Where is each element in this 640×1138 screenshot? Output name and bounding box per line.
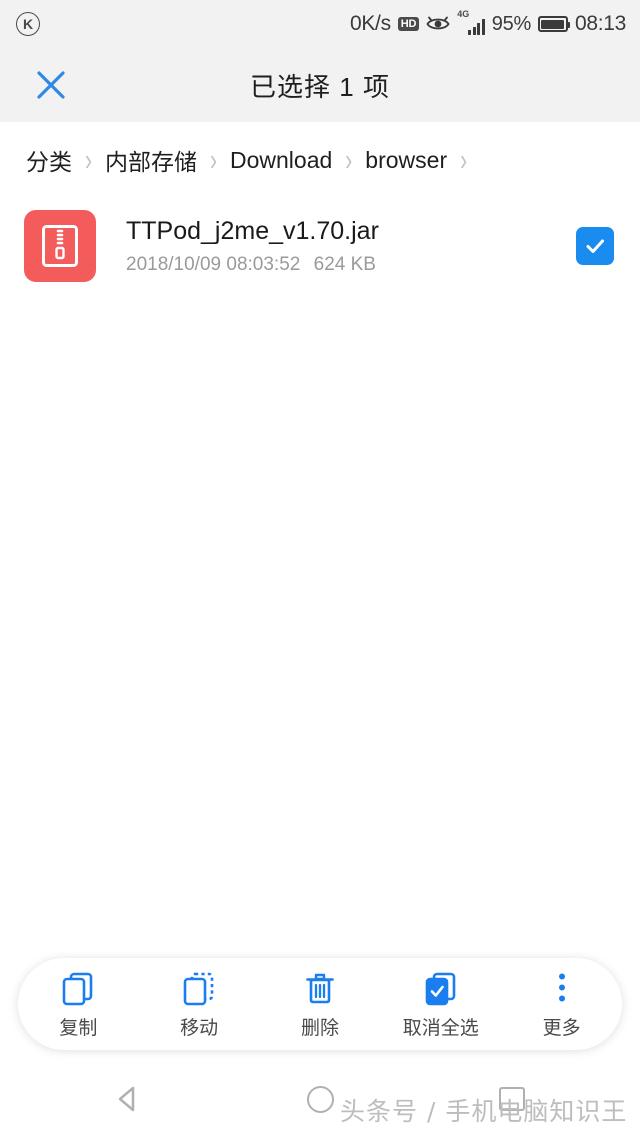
back-button[interactable] <box>101 1072 155 1126</box>
battery-percent-label: 95% <box>491 12 531 35</box>
breadcrumb-item-2[interactable]: Download <box>230 147 332 174</box>
more-button[interactable]: 更多 <box>508 968 616 1040</box>
clock-label: 08:13 <box>574 12 626 35</box>
archive-zip-icon <box>24 210 96 282</box>
file-info: TTPod_j2me_v1.70.jar 2018/10/09 08:03:52… <box>126 216 576 275</box>
delete-label: 删除 <box>300 1018 339 1039</box>
selection-header: 已选择 1 项 <box>0 48 640 122</box>
file-list-item[interactable]: TTPod_j2me_v1.70.jar 2018/10/09 08:03:52… <box>0 198 640 294</box>
home-button[interactable] <box>293 1072 347 1126</box>
check-icon <box>586 239 604 253</box>
delete-button[interactable]: 删除 <box>266 968 374 1040</box>
chevron-right-icon: › <box>210 143 217 177</box>
signal-strength-icon: 4G <box>457 9 485 35</box>
status-bar-right: 0K/s HD 4G 95% 08:13 <box>349 9 626 36</box>
chevron-right-icon: › <box>345 143 353 177</box>
deselect-all-label: 取消全选 <box>402 1018 479 1039</box>
breadcrumb-item-3[interactable]: browser <box>365 147 447 174</box>
file-name: TTPod_j2me_v1.70.jar <box>126 217 379 246</box>
network-speed-label: 0K/s <box>349 12 391 35</box>
more-label: 更多 <box>542 1018 581 1039</box>
copy-button[interactable]: 复制 <box>24 968 132 1040</box>
file-checkbox[interactable] <box>576 227 614 265</box>
hd-icon: HD <box>397 17 420 31</box>
more-icon <box>543 968 581 1008</box>
eye-icon <box>426 16 450 32</box>
app-badge-icon: K <box>16 12 40 36</box>
copy-label: 复制 <box>59 1018 98 1039</box>
chevron-right-icon: › <box>460 143 468 177</box>
system-navigation-bar <box>0 1060 640 1138</box>
back-triangle-icon <box>118 1086 135 1112</box>
breadcrumb: 分类 › 内部存储 › Download › browser › <box>0 122 640 198</box>
deselect-all-icon <box>422 968 460 1008</box>
action-toolbar: 复制 移动 删除 取消全选 更多 <box>18 958 622 1050</box>
deselect-all-button[interactable]: 取消全选 <box>387 968 495 1040</box>
home-circle-icon <box>306 1085 334 1113</box>
file-size: 624 KB <box>313 253 376 275</box>
move-icon <box>180 968 218 1008</box>
move-button[interactable]: 移动 <box>145 968 253 1040</box>
copy-icon <box>59 968 97 1008</box>
status-bar: K 0K/s HD 4G 95% 08:13 <box>0 0 640 48</box>
breadcrumb-item-0[interactable]: 分类 <box>26 143 72 177</box>
status-bar-left: K <box>16 12 40 36</box>
file-list: TTPod_j2me_v1.70.jar 2018/10/09 08:03:52… <box>0 198 640 294</box>
network-gen-label: 4G <box>457 9 470 19</box>
move-label: 移动 <box>180 1018 219 1039</box>
breadcrumb-item-1[interactable]: 内部存储 <box>105 143 197 177</box>
close-icon <box>37 71 65 99</box>
close-button[interactable] <box>30 64 72 106</box>
delete-icon <box>301 968 339 1008</box>
chevron-right-icon: › <box>85 143 92 177</box>
battery-icon <box>537 16 570 32</box>
file-subtitle: 2018/10/09 08:03:52 624 KB <box>126 254 576 276</box>
file-modified-date: 2018/10/09 08:03:52 <box>126 253 301 275</box>
page-title: 已选择 1 项 <box>250 71 390 102</box>
phone-screen: K 0K/s HD 4G 95% 08:13 已选择 1 项 分类 › 内部存储… <box>0 0 640 1138</box>
signal-bars <box>468 19 485 35</box>
recents-button[interactable] <box>485 1072 539 1126</box>
recents-square-icon <box>499 1087 525 1111</box>
